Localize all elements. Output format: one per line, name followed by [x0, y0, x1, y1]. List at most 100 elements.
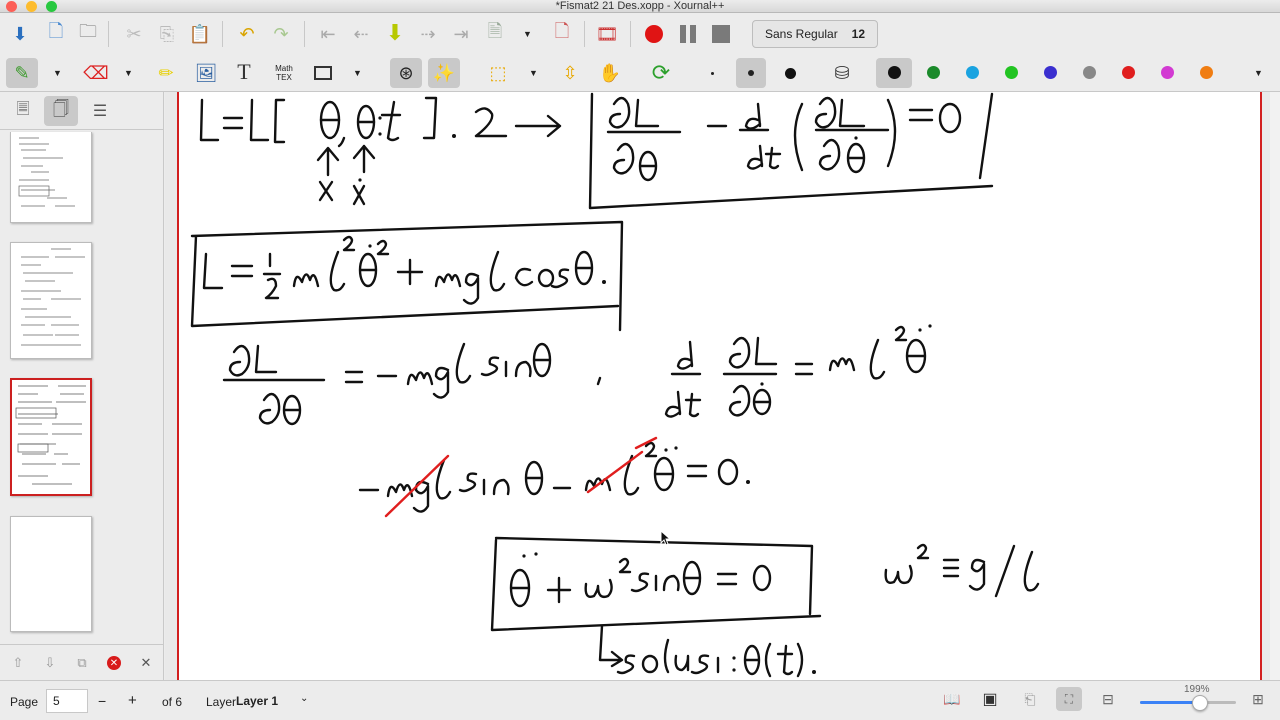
shape-recognizer-icon[interactable]: ⊛ — [390, 58, 422, 88]
math-tex-tool[interactable]: Math TEX — [270, 58, 298, 88]
fill-bucket-icon[interactable]: ⛁ — [828, 58, 856, 88]
copy-icon[interactable]: ⎘ — [155, 19, 179, 49]
page-thumbnail-5-selected[interactable] — [10, 378, 92, 496]
move-page-up-icon[interactable]: ⇧ — [6, 648, 30, 678]
zoom-in-icon[interactable]: ⊞ — [1246, 687, 1270, 711]
chevron-down-icon[interactable]: ▼ — [53, 68, 62, 78]
zoom-fit-icon[interactable]: ⛶ — [1056, 687, 1082, 711]
rectangle-icon — [314, 66, 332, 80]
record-button[interactable] — [642, 19, 666, 49]
move-page-down-icon[interactable]: ⇩ — [38, 648, 62, 678]
hand-tool-icon[interactable]: ✋ — [596, 58, 624, 88]
color-swatch-orange[interactable] — [1200, 66, 1213, 79]
ruler-snap-icon[interactable]: ✨ — [428, 58, 460, 88]
layers-icon[interactable]: ☰ — [86, 96, 114, 126]
stop-button[interactable] — [709, 19, 733, 49]
previous-page-icon[interactable]: ⇠ — [349, 19, 373, 49]
chevron-down-icon[interactable]: ▼ — [529, 68, 538, 78]
color-swatch-red[interactable] — [1122, 66, 1135, 79]
medium-dot-icon — [748, 70, 754, 76]
fine-thickness-button[interactable] — [698, 58, 726, 88]
page-thumbnail-sketch — [18, 137, 75, 207]
status-bar: Page 5 − + of 6 Layer Layer 1 ⌄ 📖 ▣ ⎗ ⛶ … — [0, 680, 1280, 720]
next-page-icon[interactable]: ⇢ — [416, 19, 440, 49]
layer-select[interactable]: Layer 1 ⌄ — [236, 689, 328, 713]
chevron-down-icon[interactable]: ▼ — [1254, 68, 1263, 78]
two-pages-icon[interactable]: 📖 — [940, 687, 964, 711]
highlighter-tool-icon[interactable]: ✏ — [152, 58, 180, 88]
color-swatch-lightblue[interactable] — [966, 66, 979, 79]
new-document-icon[interactable]: 🗋 — [44, 19, 68, 49]
redo-icon[interactable]: ↷ — [268, 19, 294, 49]
font-name: Sans Regular — [765, 27, 838, 41]
copy-page-icon[interactable]: ⧉ — [70, 648, 94, 678]
page-thumbnail-sketch — [21, 248, 85, 346]
toolbar-separator — [630, 21, 631, 47]
delete-icon: ✕ — [107, 656, 121, 670]
stop-icon — [712, 25, 730, 43]
outline-view-icon[interactable]: 🗏 — [10, 96, 36, 126]
pause-icon — [680, 25, 686, 43]
page-5[interactable] — [177, 92, 1262, 680]
zoom-percent: 199% — [1184, 684, 1210, 695]
page-tab-icon[interactable]: ⎗ — [1018, 687, 1042, 711]
font-selector[interactable]: Sans Regular 12 — [752, 20, 878, 48]
page-increment-button[interactable]: + — [128, 692, 137, 709]
pen-tool-icon[interactable]: ✎ — [6, 58, 38, 88]
save-icon[interactable]: ⬇ — [8, 19, 32, 49]
page-thumbnail-4[interactable] — [10, 242, 92, 359]
chevron-down-icon[interactable]: ▼ — [124, 68, 133, 78]
color-swatch-gray[interactable] — [1083, 66, 1096, 79]
zoom-slider[interactable] — [1140, 701, 1236, 704]
thick-dot-icon — [784, 67, 796, 79]
delete-page-button[interactable]: ✕ — [102, 648, 126, 678]
close-sidebar-icon[interactable]: ✕ — [134, 648, 158, 678]
color-swatch-black[interactable] — [888, 66, 901, 79]
eraser-tool-icon[interactable]: ⌫ — [82, 58, 110, 88]
goto-page-icon[interactable]: ⬇ — [382, 18, 408, 48]
record-icon — [645, 25, 663, 43]
thick-thickness-button[interactable] — [776, 58, 804, 88]
page-thumbnail-3[interactable] — [10, 132, 92, 223]
zoom-out-icon[interactable]: ⊟ — [1096, 687, 1120, 711]
pause-icon-bar — [690, 25, 696, 43]
color-swatch-darkgreen[interactable] — [927, 66, 940, 79]
paste-icon[interactable]: 📋 — [188, 19, 212, 49]
shape-tool-button[interactable] — [310, 58, 336, 88]
page-thumbnail-6[interactable] — [10, 516, 92, 632]
text-tool-icon[interactable]: T — [230, 57, 258, 87]
chevron-down-icon[interactable]: ▼ — [353, 68, 362, 78]
vertical-space-icon[interactable]: ⇳ — [556, 58, 584, 88]
select-rectangle-icon[interactable]: ⬚ — [484, 58, 512, 88]
sidebar-header: 🗏 🗍 ☰ — [0, 92, 164, 130]
page-label: Page — [10, 695, 39, 709]
open-folder-icon[interactable]: 🗀 — [76, 19, 100, 49]
last-page-icon[interactable]: ⇥ — [449, 19, 473, 49]
font-size: 12 — [851, 27, 865, 41]
zoom-slider-knob[interactable] — [1191, 695, 1208, 711]
image-tool-icon[interactable]: 🖼 — [192, 58, 220, 88]
presentation-icon[interactable]: ▣ — [978, 687, 1002, 711]
color-swatch-blue[interactable] — [1044, 66, 1057, 79]
page-preview-icon[interactable]: 🗍 — [44, 96, 78, 126]
color-swatch-green[interactable] — [1005, 66, 1018, 79]
default-tool-icon[interactable]: ⟳ — [646, 58, 676, 88]
vertical-scrollbar[interactable] — [1270, 92, 1280, 680]
cut-icon[interactable]: ✂ — [122, 19, 146, 49]
toolbar-separator — [584, 21, 585, 47]
presentation-mode-icon[interactable]: 🎞 — [594, 19, 620, 49]
zoom-slider-fill — [1140, 701, 1200, 704]
chevron-down-icon[interactable]: ▼ — [523, 29, 532, 39]
undo-icon[interactable]: ↶ — [234, 19, 260, 49]
insert-page-icon[interactable]: 🗎 — [483, 19, 507, 49]
medium-thickness-button[interactable] — [736, 58, 766, 88]
first-page-icon[interactable]: ⇤ — [316, 19, 340, 49]
delete-page-icon[interactable]: 🗋 — [550, 19, 574, 49]
pause-button[interactable] — [676, 19, 700, 49]
page-decrement-button[interactable]: − — [98, 693, 106, 709]
page-number-input[interactable]: 5 — [46, 689, 88, 713]
page-count: of 6 — [162, 695, 183, 709]
handwritten-ink — [190, 92, 1040, 678]
color-swatch-magenta[interactable] — [1161, 66, 1174, 79]
fine-dot-icon — [710, 71, 714, 75]
